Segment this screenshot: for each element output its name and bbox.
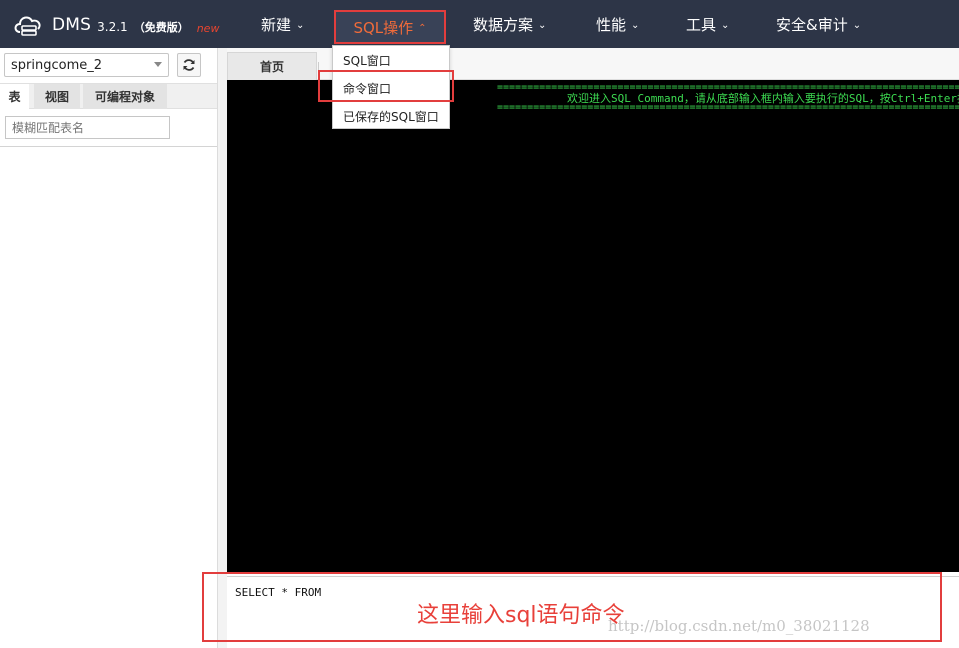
tab-programmable-objects[interactable]: 可编程对象 xyxy=(83,84,167,109)
console-separator: ========================================… xyxy=(497,102,959,113)
refresh-icon xyxy=(183,59,195,71)
tab-views[interactable]: 视图 xyxy=(34,84,80,109)
divider xyxy=(0,146,217,147)
chevron-down-icon: ⌄ xyxy=(721,19,730,31)
nav-data-schema[interactable]: 数据方案 ⌄ xyxy=(473,0,546,48)
nav-performance-label: 性能 xyxy=(596,15,627,34)
table-filter-input[interactable] xyxy=(5,116,170,139)
nav-schema-label: 数据方案 xyxy=(473,15,534,34)
nav-sql-operations[interactable]: SQL操作 ⌃ xyxy=(334,10,446,44)
menu-item-saved-sql-window[interactable]: 已保存的SQL窗口 xyxy=(333,102,449,130)
chevron-down-icon: ⌄ xyxy=(296,19,305,31)
nav-security-label: 安全&审计 xyxy=(776,15,848,34)
app-name: DMS xyxy=(52,15,92,35)
refresh-button[interactable] xyxy=(177,53,201,77)
object-browser-panel: springcome_2 表 视图 可编程对象 xyxy=(0,48,218,648)
new-badge: new xyxy=(196,21,220,35)
panel-splitter[interactable] xyxy=(217,48,227,648)
database-select-value: springcome_2 xyxy=(11,57,103,73)
app-edition: （免费版） xyxy=(133,21,189,34)
chevron-down-icon: ⌄ xyxy=(538,19,547,31)
top-nav-bar: DMS 3.2.1 （免费版） new 新建 ⌄ SQL操作 ⌃ 数据方案 ⌄ 性能 ⌄… xyxy=(0,0,959,48)
nav-new-label: 新建 xyxy=(261,15,292,34)
caret-down-icon xyxy=(154,62,162,67)
nav-tools-label: 工具 xyxy=(686,15,717,34)
dms-window: DMS 3.2.1 （免费版） new 新建 ⌄ SQL操作 ⌃ 数据方案 ⌄ 性能 ⌄… xyxy=(0,0,959,648)
tab-tables[interactable]: 表 xyxy=(0,84,29,109)
command-window-highlight xyxy=(318,70,454,102)
chevron-down-icon: ⌄ xyxy=(852,19,862,31)
database-select[interactable]: springcome_2 xyxy=(4,53,169,77)
chevron-up-icon: ⌃ xyxy=(418,22,427,34)
chevron-down-icon: ⌄ xyxy=(631,19,640,31)
app-logo[interactable]: DMS 3.2.1 （免费版） new xyxy=(12,10,219,40)
annotation-text: 这里输入sql语句命令 xyxy=(417,603,625,628)
command-console-output: ========================================… xyxy=(227,80,959,572)
tab-home[interactable]: 首页 xyxy=(227,52,317,80)
nav-security-audit[interactable]: 安全&审计 ⌄ xyxy=(776,0,861,48)
object-type-tabs: 表 视图 可编程对象 xyxy=(0,83,217,109)
watermark: http://blog.csdn.net/m0_38021128 xyxy=(608,617,870,635)
app-version: 3.2.1 xyxy=(97,20,128,34)
nav-tools[interactable]: 工具 ⌄ xyxy=(686,0,729,48)
nav-sql-label: SQL操作 xyxy=(353,18,414,37)
nav-new[interactable]: 新建 ⌄ xyxy=(261,0,304,48)
cloud-database-icon xyxy=(14,16,41,36)
nav-performance[interactable]: 性能 ⌄ xyxy=(596,0,639,48)
